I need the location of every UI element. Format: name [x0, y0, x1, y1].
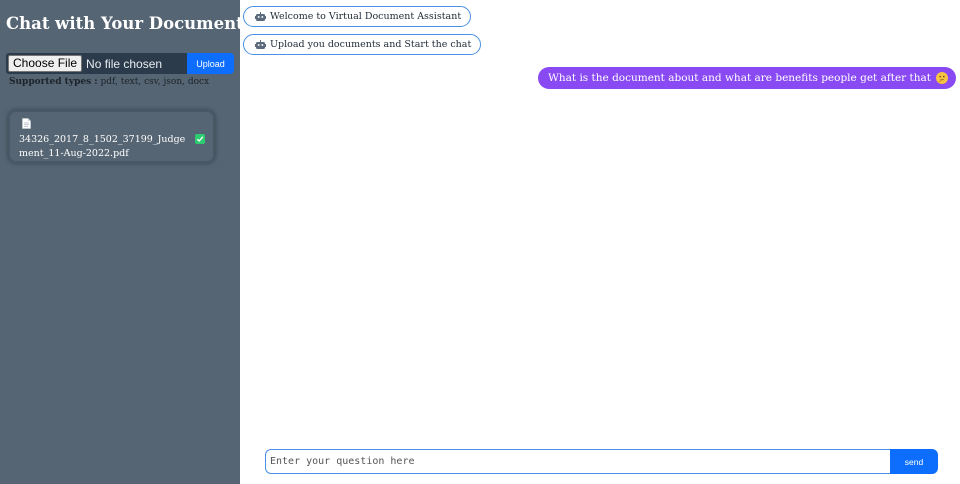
bot-message-text: Upload you documents and Start the chat [270, 39, 472, 50]
file-status-text: No file chosen [86, 56, 163, 71]
supported-types: Supported types : pdf, text, csv, json, … [9, 77, 209, 87]
send-button[interactable]: send [890, 449, 938, 474]
upload-form: Choose File No file chosen Upload [6, 53, 234, 74]
thinking-face-icon [936, 72, 948, 84]
check-icon [195, 134, 205, 144]
question-input[interactable] [265, 449, 890, 474]
uploaded-file-name: 34326_2017_8_1502_37199_Judgement_11-Aug… [19, 134, 186, 159]
supported-types-values: pdf, text, csv, json, docx [97, 77, 210, 87]
bot-message-text: Welcome to Virtual Document Assistant [270, 11, 462, 22]
sidebar-title: Chat with Your Documents [6, 14, 254, 33]
robot-icon [255, 11, 266, 21]
supported-types-label: Supported types : [9, 77, 98, 87]
bot-message: Welcome to Virtual Document Assistant [243, 6, 472, 27]
upload-button[interactable]: Upload [187, 53, 234, 74]
user-message-text: What is the document about and what are … [548, 72, 931, 84]
robot-icon [255, 39, 266, 49]
choose-file-button[interactable]: Choose File [8, 55, 83, 72]
sidebar: Chat with Your Documents Choose File No … [0, 0, 253, 484]
chat-area: Welcome to Virtual Document Assistant Up… [240, 0, 960, 484]
document-icon [22, 118, 31, 129]
uploaded-file-card[interactable]: 34326_2017_8_1502_37199_Judgement_11-Aug… [8, 110, 215, 163]
user-message: What is the document about and what are … [538, 67, 956, 89]
question-form: send [265, 449, 938, 474]
bot-message: Upload you documents and Start the chat [243, 34, 482, 55]
file-picker[interactable]: Choose File No file chosen [6, 53, 187, 74]
